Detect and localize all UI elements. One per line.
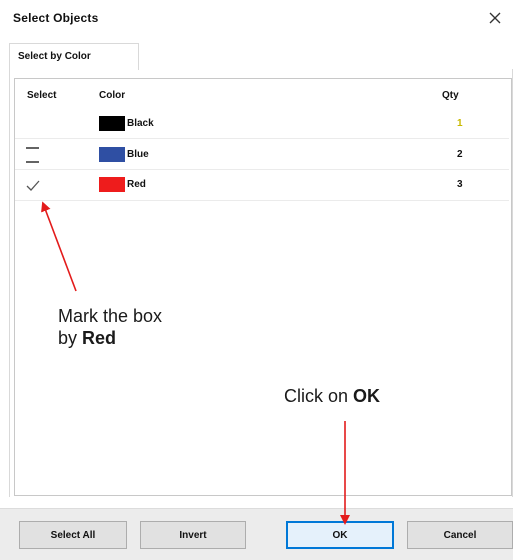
color-name: Red <box>127 179 146 190</box>
tab-select-by-color[interactable]: Select by Color <box>9 43 139 70</box>
checkmark-icon <box>26 180 40 191</box>
ok-button[interactable]: OK <box>286 521 394 549</box>
column-header-select: Select <box>27 90 57 101</box>
color-swatch <box>99 177 125 192</box>
annotation-text: by <box>58 328 83 348</box>
row-divider <box>15 169 509 170</box>
indeterminate-icon <box>26 147 39 163</box>
qty-value: 2 <box>457 149 463 160</box>
window-title: Select Objects <box>13 11 99 25</box>
select-checkbox[interactable] <box>23 174 45 196</box>
annotation-mark-red: Mark the box by Red <box>58 305 162 349</box>
color-swatch <box>99 147 125 162</box>
qty-value: 3 <box>457 179 463 190</box>
annotation-line: Mark the box <box>58 306 163 326</box>
cancel-button[interactable]: Cancel <box>407 521 513 549</box>
annotation-bold: Red <box>82 328 117 348</box>
column-header-qty: Qty <box>442 90 459 101</box>
close-button[interactable] <box>483 6 507 30</box>
color-list <box>14 78 512 496</box>
invert-button[interactable]: Invert <box>140 521 246 549</box>
tab-label: Select by Color <box>18 51 91 62</box>
qty-value: 1 <box>457 118 463 129</box>
annotation-text: Click on <box>284 386 354 406</box>
annotation-bold: OK <box>353 386 381 406</box>
table-row[interactable]: Blue 2 <box>15 142 509 168</box>
color-name: Black <box>127 118 154 129</box>
select-checkbox[interactable] <box>23 113 45 135</box>
color-swatch <box>99 116 125 131</box>
select-checkbox[interactable] <box>23 144 45 166</box>
select-all-button[interactable]: Select All <box>19 521 127 549</box>
table-row[interactable]: Black 1 <box>15 111 509 137</box>
row-divider <box>15 138 509 139</box>
title-bar: Select Objects <box>0 0 513 36</box>
annotation-click-ok: Click on OK <box>284 385 380 407</box>
table-row[interactable]: Red 3 <box>15 172 509 198</box>
row-divider <box>15 200 509 201</box>
close-icon <box>489 12 501 24</box>
select-objects-dialog: Select Objects Select by Color Select Co… <box>0 0 513 560</box>
color-name: Blue <box>127 149 149 160</box>
column-header-color: Color <box>99 90 126 101</box>
annotation-line: by Red <box>58 327 162 349</box>
